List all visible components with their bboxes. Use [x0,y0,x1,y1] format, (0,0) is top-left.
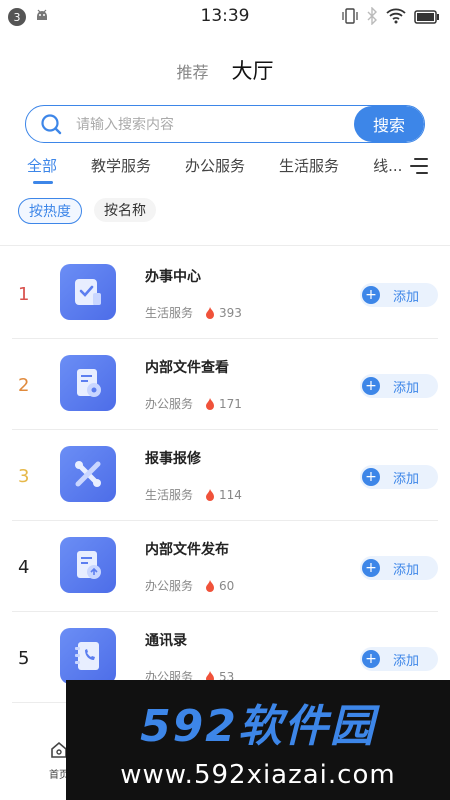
plus-icon: + [362,650,380,668]
add-button[interactable]: + 添加 [360,283,438,307]
search-input[interactable]: 请输入搜索内容 [76,114,354,134]
rank-number: 1 [18,284,30,305]
bluetooth-icon [366,6,378,29]
battery-icon [414,9,440,28]
app-category: 生活服务 [145,306,194,320]
contacts-phone-icon [60,628,116,684]
plus-icon: + [362,468,380,486]
fire-icon [206,488,215,501]
tab-teaching[interactable]: 教学服务 [91,155,151,185]
add-button[interactable]: + 添加 [360,556,438,580]
app-name: 内部文件发布 [145,542,229,558]
tab-recommend[interactable]: 推荐 [176,63,208,82]
app-name: 内部文件查看 [145,360,229,376]
app-meta: 生活服务 114 [145,486,242,503]
repair-tools-icon [60,446,116,502]
category-tabs: 全部 教学服务 办公服务 生活服务 线... [27,155,437,185]
add-label: 添加 [393,471,420,487]
tab-all[interactable]: 全部 [27,155,57,185]
document-publish-icon [60,537,116,593]
fire-icon [206,306,215,319]
add-label: 添加 [393,380,420,396]
search-button[interactable]: 搜索 [354,106,424,142]
rank-number: 3 [18,466,30,487]
fire-icon [206,579,215,592]
divider [0,245,450,246]
watermark-url: www.592xiazai.com [120,760,396,790]
heat-count: 60 [205,579,234,593]
heat-value: 60 [219,578,235,593]
service-center-icon [60,264,116,320]
list-item[interactable]: 2 内部文件查看 办公服务 171 + 添加 [12,339,438,430]
vibrate-icon [342,7,358,29]
heat-count: 393 [205,306,242,320]
app-category: 办公服务 [145,579,194,593]
add-label: 添加 [393,653,420,669]
sort-options: 按热度 按名称 [18,198,156,224]
category-menu-icon[interactable] [410,158,428,174]
heat-count: 171 [205,397,242,411]
watermark-logo: 592软件园 [140,701,376,752]
document-view-icon [60,355,116,411]
tab-hall[interactable]: 大厅 [232,59,274,83]
list-item[interactable]: 3 报事报修 生活服务 114 + 添加 [12,430,438,521]
fire-icon [206,397,215,410]
add-label: 添加 [393,562,420,578]
wifi-icon [386,8,406,28]
add-button[interactable]: + 添加 [360,374,438,398]
heat-value: 114 [219,487,242,502]
rank-number: 2 [18,375,30,396]
app-category: 办公服务 [145,397,194,411]
status-bar: 3 13:39 [0,0,450,33]
search-icon [40,113,62,135]
header-tabs: 推荐 大厅 [0,55,450,85]
add-button[interactable]: + 添加 [360,647,438,671]
app-name: 通讯录 [145,633,187,649]
list-item[interactable]: 4 内部文件发布 办公服务 60 + 添加 [12,521,438,612]
search-bar[interactable]: 请输入搜索内容 搜索 [25,105,425,143]
heat-value: 393 [219,305,242,320]
tab-office[interactable]: 办公服务 [185,155,245,185]
rank-number: 4 [18,557,30,578]
add-label: 添加 [393,289,420,305]
app-category: 生活服务 [145,488,194,502]
watermark-banner: 592软件园 www.592xiazai.com [66,680,450,800]
app-meta: 生活服务 393 [145,304,242,321]
app-list: 1 办事中心 生活服务 393 + 添加 2 内部文件查看 办公服务 171 +… [0,248,450,703]
app-name: 办事中心 [145,269,201,285]
heat-count: 114 [205,488,242,502]
app-meta: 办公服务 171 [145,395,242,412]
plus-icon: + [362,559,380,577]
sort-by-heat-button[interactable]: 按热度 [18,198,82,224]
sort-by-name-button[interactable]: 按名称 [94,198,156,222]
rank-number: 5 [18,648,30,669]
tab-life[interactable]: 生活服务 [279,155,339,185]
add-button[interactable]: + 添加 [360,465,438,489]
app-name: 报事报修 [145,451,201,467]
list-item[interactable]: 1 办事中心 生活服务 393 + 添加 [12,248,438,339]
plus-icon: + [362,286,380,304]
app-meta: 办公服务 60 [145,577,234,594]
heat-value: 171 [219,396,242,411]
tab-online[interactable]: 线... [373,155,402,185]
plus-icon: + [362,377,380,395]
